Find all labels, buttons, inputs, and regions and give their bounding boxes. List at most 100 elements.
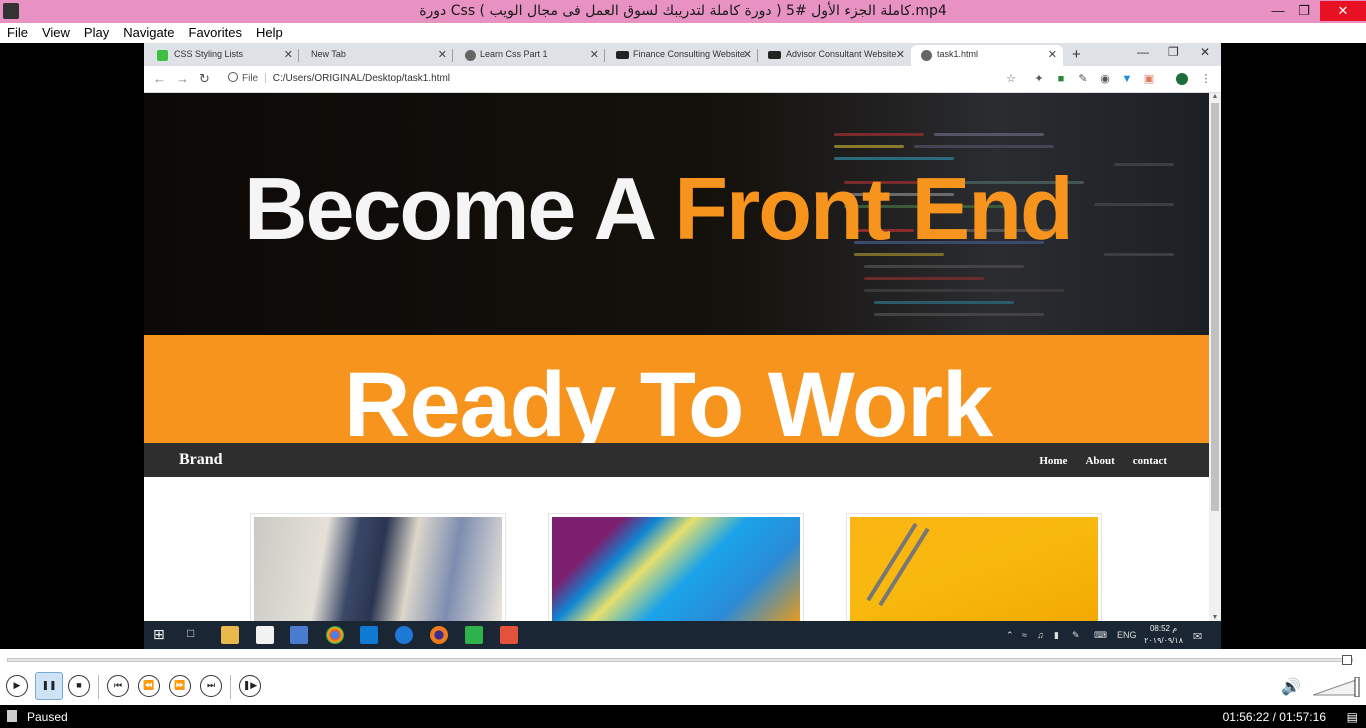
close-icon[interactable]: ✕	[1200, 45, 1210, 59]
extension-icon[interactable]: ✦	[1033, 73, 1045, 85]
tab-strip: CSS Styling Lists ✕ New Tab ✕ Learn Css …	[144, 43, 1221, 66]
nav-link-home[interactable]: Home	[1039, 455, 1067, 467]
play-icon[interactable]: ▶	[6, 675, 28, 697]
close-icon[interactable]: ✕	[1048, 48, 1057, 61]
seek-bar[interactable]	[0, 649, 1366, 669]
store-icon[interactable]	[256, 626, 274, 644]
camtasia-icon[interactable]	[465, 626, 483, 644]
star-icon[interactable]: ☆	[1005, 73, 1017, 85]
close-icon[interactable]: ✕	[438, 48, 447, 61]
address-bar[interactable]: File | C:/Users/ORIGINAL/Desktop/task1.htm…	[222, 69, 1022, 89]
nav-link-about[interactable]: About	[1085, 455, 1114, 467]
card	[846, 513, 1102, 621]
menu-navigate[interactable]: Navigate	[116, 23, 181, 43]
scheme-label: File	[242, 73, 259, 84]
tab-label: task1.html	[937, 49, 979, 59]
tab-task1[interactable]: task1.html ✕	[911, 45, 1063, 66]
camera-icon[interactable]: ◉	[1099, 73, 1111, 85]
download-icon[interactable]: ▼	[1121, 73, 1133, 85]
hero-title-white: Become A	[244, 159, 675, 258]
menu-favorites[interactable]: Favorites	[182, 23, 249, 43]
evernote-icon[interactable]: ■	[1055, 73, 1067, 85]
status-bar: Paused 01:56:22 / 01:57:16 ▤	[0, 705, 1366, 728]
volume-icon[interactable]: ♫	[1037, 630, 1044, 640]
tab-new-tab[interactable]: New Tab ✕	[299, 45, 453, 66]
pen-icon[interactable]: ✎	[1072, 630, 1080, 641]
close-icon[interactable]: ✕	[896, 48, 905, 61]
menu-icon[interactable]: ⋮	[1200, 73, 1212, 85]
player-controls: ▶ ❚❚ ■ ⏮ ⏪ ⏩ ⏭ ❚▶ 🔊	[0, 669, 1366, 705]
minimize-icon[interactable]: —	[1137, 45, 1149, 59]
frame-step-icon[interactable]: ❚▶	[239, 675, 261, 697]
menu-play[interactable]: Play	[77, 23, 116, 43]
playback-status: Paused	[27, 710, 68, 724]
wix-icon	[616, 51, 629, 59]
chrome-icon[interactable]	[326, 626, 344, 644]
stop-icon[interactable]: ■	[68, 675, 90, 697]
notifications-icon[interactable]: ✉	[1193, 630, 1202, 643]
close-icon[interactable]: ✕	[590, 48, 599, 61]
document-icon	[7, 710, 17, 722]
page-viewport: Become A Front End Ready To Work Brand H…	[144, 93, 1209, 621]
minimize-icon[interactable]: —	[1265, 1, 1291, 21]
wifi-icon[interactable]: ≈	[1022, 630, 1027, 640]
restore-icon[interactable]: ❐	[1291, 1, 1317, 21]
nav-link-contact[interactable]: contact	[1133, 455, 1167, 467]
restore-icon[interactable]: ❐	[1168, 45, 1179, 59]
page-scrollbar[interactable]: ▲ ▼	[1209, 93, 1221, 621]
seek-handle[interactable]	[1342, 655, 1352, 665]
mini-player-icon[interactable]: ▤	[1347, 710, 1358, 724]
keyboard-icon[interactable]: ⌨	[1094, 630, 1107, 641]
tab-finance-consulting[interactable]: Finance Consulting Website ✕	[605, 45, 758, 66]
volume-slider[interactable]	[1313, 677, 1361, 697]
scroll-up-icon[interactable]: ▲	[1209, 93, 1221, 100]
hero-subtitle-band: Ready To Work	[144, 335, 1209, 443]
rewind-icon[interactable]: ⏪	[138, 675, 160, 697]
new-tab-icon[interactable]: +	[1072, 46, 1081, 63]
vscode-icon[interactable]	[360, 626, 378, 644]
forward-icon[interactable]: →	[176, 71, 189, 86]
playback-time: 01:56:22 / 01:57:16	[1222, 710, 1326, 724]
network-app-icon[interactable]	[290, 626, 308, 644]
language-indicator[interactable]: ENG	[1117, 630, 1137, 640]
back-icon[interactable]: ←	[153, 71, 166, 86]
pause-icon[interactable]: ❚❚	[35, 672, 63, 700]
tray-chevron-icon[interactable]: ⌃	[1006, 630, 1014, 641]
tab-css-styling-lists[interactable]: CSS Styling Lists ✕	[144, 45, 299, 66]
avatar[interactable]	[1176, 73, 1188, 85]
brand-logo[interactable]: Brand	[179, 451, 223, 469]
eyedropper-icon[interactable]: ✎	[1077, 73, 1089, 85]
windows-start-icon[interactable]: ⊞	[153, 626, 171, 644]
seek-track[interactable]	[7, 658, 1353, 662]
info-icon[interactable]	[228, 72, 238, 82]
globe-icon	[921, 50, 932, 61]
scroll-down-icon[interactable]: ▼	[1209, 614, 1221, 621]
card	[250, 513, 506, 621]
recorder-icon[interactable]	[500, 626, 518, 644]
tab-learn-css[interactable]: Learn Css Part 1 ✕	[453, 45, 605, 66]
extension-icon[interactable]: ▣	[1143, 73, 1155, 85]
edge-icon[interactable]	[395, 626, 413, 644]
close-icon[interactable]: ✕	[284, 48, 293, 61]
menu-file[interactable]: File	[0, 23, 35, 43]
task-view-icon[interactable]: □	[187, 626, 205, 644]
player-title: دورة Css ( دورة كاملة لتدريبك لسوق العمل…	[419, 3, 947, 19]
scroll-thumb[interactable]	[1211, 103, 1219, 511]
menu-view[interactable]: View	[35, 23, 77, 43]
close-icon[interactable]: ✕	[1320, 1, 1366, 21]
speaker-icon[interactable]: 🔊	[1281, 677, 1301, 697]
firefox-icon[interactable]	[430, 626, 448, 644]
reload-icon[interactable]: ↻	[199, 71, 210, 87]
card	[548, 513, 804, 621]
next-icon[interactable]: ⏭	[200, 675, 222, 697]
battery-icon[interactable]: ▮	[1054, 630, 1059, 641]
taskbar-clock[interactable]: 08:52 م ٢٠١٩/٠٩/١٨	[1144, 623, 1183, 647]
fast-forward-icon[interactable]: ⏩	[169, 675, 191, 697]
file-explorer-icon[interactable]	[221, 626, 239, 644]
menu-help[interactable]: Help	[249, 23, 290, 43]
previous-icon[interactable]: ⏮	[107, 675, 129, 697]
url-text: C:/Users/ORIGINAL/Desktop/task1.html	[272, 73, 451, 84]
clock-date: ٢٠١٩/٠٩/١٨	[1144, 636, 1183, 645]
tab-advisor-consultant[interactable]: Advisor Consultant Website ✕	[758, 45, 911, 66]
close-icon[interactable]: ✕	[743, 48, 752, 61]
